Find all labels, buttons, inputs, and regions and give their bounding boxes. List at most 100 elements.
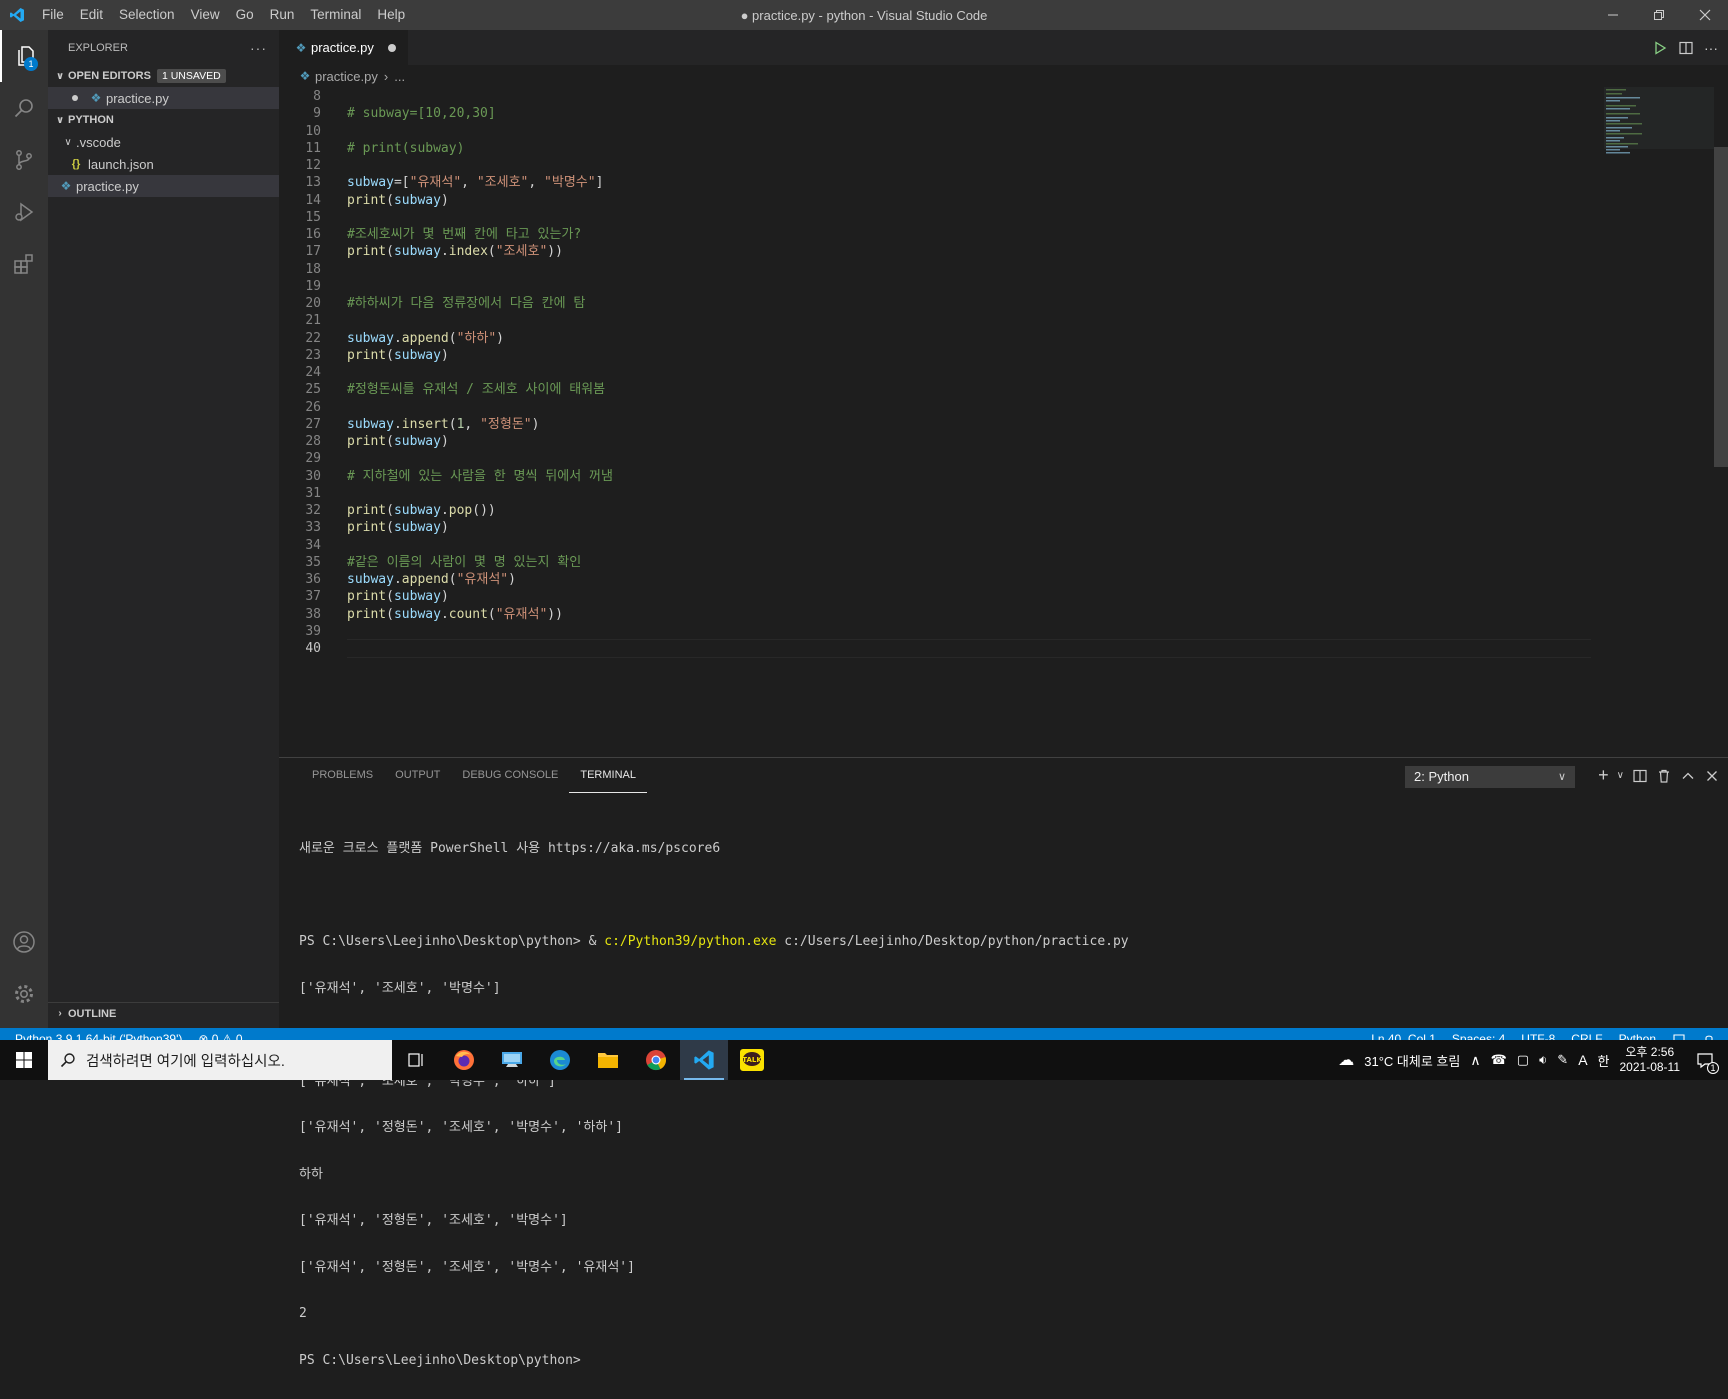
close-window-button[interactable] — [1682, 0, 1728, 30]
code-line[interactable]: 12 — [279, 156, 1599, 175]
code-line[interactable]: 39 — [279, 622, 1599, 641]
code-line[interactable]: 33 print(subway) — [279, 518, 1599, 537]
code-line[interactable]: 29 — [279, 449, 1599, 468]
unsaved-dot-icon[interactable] — [72, 95, 78, 101]
more-actions-icon[interactable]: ··· — [250, 40, 267, 56]
restore-button[interactable] — [1636, 0, 1682, 30]
code-line[interactable]: 26 — [279, 398, 1599, 417]
terminal-output[interactable]: 새로운 크로스 플랫폼 PowerShell 사용 https://aka.ms… — [299, 810, 1699, 1399]
code-line[interactable]: 23 print(subway) — [279, 346, 1599, 365]
code-line[interactable]: 21 — [279, 311, 1599, 330]
run-debug-activity[interactable] — [0, 186, 48, 238]
firefox-app[interactable] — [440, 1040, 488, 1080]
code-line[interactable]: 18 — [279, 260, 1599, 279]
minimap[interactable] — [1604, 87, 1714, 167]
explorer-activity[interactable]: 1 — [0, 30, 48, 82]
code-line[interactable]: 15 — [279, 208, 1599, 227]
chevron-down-icon[interactable]: ∨ — [1617, 770, 1624, 781]
editor-more-icon[interactable]: ··· — [1704, 40, 1718, 56]
code-line[interactable]: 27 subway.insert(1, "정형돈") — [279, 415, 1599, 434]
taskbar-search[interactable]: 검색하려면 여기에 입력하십시오. — [48, 1040, 392, 1080]
trash-icon[interactable] — [1656, 768, 1672, 784]
run-file-icon[interactable] — [1652, 40, 1668, 56]
code-line[interactable]: 35 #같은 이름의 사람이 몇 명 있는지 확인 — [279, 553, 1599, 572]
clock[interactable]: 오후 2:56 2021-08-11 — [1620, 1045, 1681, 1075]
code-line[interactable]: 9 # subway=[10,20,30] — [279, 104, 1599, 123]
minimize-button[interactable] — [1590, 0, 1636, 30]
menu-file[interactable]: File — [34, 0, 72, 30]
weather-text[interactable]: 31°C 대체로 흐림 — [1364, 1051, 1460, 1070]
file-explorer-app[interactable] — [584, 1040, 632, 1080]
edge-app[interactable] — [536, 1040, 584, 1080]
tab-terminal[interactable]: TERMINAL — [569, 758, 647, 793]
start-button[interactable] — [0, 1040, 48, 1080]
outline-header[interactable]: › OUTLINE — [48, 1002, 279, 1024]
code-line[interactable]: 22 subway.append("하하") — [279, 329, 1599, 348]
weather-icon[interactable]: ☁ — [1338, 1050, 1354, 1070]
code-line[interactable]: 10 — [279, 122, 1599, 141]
chrome-app[interactable] — [632, 1040, 680, 1080]
code-line[interactable]: 37 print(subway) — [279, 587, 1599, 606]
code-line[interactable]: 11 # print(subway) — [279, 139, 1599, 158]
code-line[interactable]: 19 — [279, 277, 1599, 296]
code-line[interactable]: 14 print(subway) — [279, 191, 1599, 210]
accounts-activity[interactable] — [0, 916, 48, 968]
split-terminal-icon[interactable] — [1632, 768, 1648, 784]
search-activity[interactable] — [0, 82, 48, 134]
menu-go[interactable]: Go — [228, 0, 262, 30]
code-line[interactable]: 34 — [279, 536, 1599, 555]
code-line[interactable]: 31 — [279, 484, 1599, 503]
breadcrumb-file[interactable]: practice.py — [315, 69, 378, 84]
source-control-activity[interactable] — [0, 134, 48, 186]
folder-header[interactable]: ∨ PYTHON — [48, 109, 279, 131]
vscode-app[interactable] — [680, 1040, 728, 1080]
chevron-up-icon[interactable] — [1680, 768, 1696, 784]
code-editor[interactable]: 8 9 # subway=[10,20,30] 10 11 # print(subway)… — [279, 87, 1728, 757]
unsaved-dot-icon[interactable] — [387, 43, 396, 52]
ime-lang[interactable]: 한 — [1598, 1051, 1610, 1070]
tray-app-icon[interactable]: ☎ — [1491, 1052, 1507, 1068]
code-line[interactable]: 8 — [279, 87, 1599, 106]
code-line[interactable]: 20 #하하씨가 다음 정류장에서 다음 칸에 탐 — [279, 294, 1599, 313]
tab-problems[interactable]: PROBLEMS — [301, 758, 384, 793]
tab-debug-console[interactable]: DEBUG CONSOLE — [451, 758, 569, 793]
tree-item-vscode[interactable]: ∨ .vscode — [48, 131, 279, 153]
notification-center-button[interactable]: 1 — [1690, 1040, 1720, 1080]
menu-terminal[interactable]: Terminal — [302, 0, 369, 30]
extensions-activity[interactable] — [0, 238, 48, 290]
menu-view[interactable]: View — [183, 0, 228, 30]
ime-mode[interactable]: A — [1578, 1052, 1587, 1068]
code-line[interactable]: 24 — [279, 363, 1599, 382]
tray-overflow-icon[interactable]: ∧ — [1470, 1052, 1480, 1069]
code-line[interactable]: 28 print(subway) — [279, 432, 1599, 451]
volume-icon[interactable]: 🔉︎ — [1539, 1052, 1547, 1068]
menu-help[interactable]: Help — [369, 0, 413, 30]
split-editor-icon[interactable] — [1678, 40, 1694, 56]
code-line[interactable]: 32 print(subway.pop()) — [279, 501, 1599, 520]
menu-edit[interactable]: Edit — [72, 0, 111, 30]
tree-item-practice-py[interactable]: ❖ practice.py — [48, 175, 279, 197]
scrollbar-thumb[interactable] — [1714, 147, 1728, 467]
editor-scrollbar[interactable] — [1714, 87, 1728, 687]
code-line[interactable]: 38 print(subway.count("유재석")) — [279, 605, 1599, 624]
code-line[interactable]: 16 #조세호씨가 몇 번째 칸에 타고 있는가? — [279, 225, 1599, 244]
menu-selection[interactable]: Selection — [111, 0, 183, 30]
pen-icon[interactable]: ✎ — [1557, 1052, 1568, 1068]
kakaotalk-app[interactable]: TALK — [728, 1040, 776, 1080]
code-line[interactable]: 40 — [279, 639, 1599, 658]
code-line[interactable]: 17 print(subway.index("조세호")) — [279, 242, 1599, 261]
code-line[interactable]: 13 subway=["유재석", "조세호", "박명수"] — [279, 173, 1599, 192]
manage-activity[interactable] — [0, 968, 48, 1020]
code-line[interactable]: 30 # 지하철에 있는 사람을 한 명씩 뒤에서 꺼냄 — [279, 467, 1599, 486]
tab-output[interactable]: OUTPUT — [384, 758, 451, 793]
network-icon[interactable]: ▢ — [1517, 1052, 1529, 1068]
file-explorer-app-1[interactable] — [488, 1040, 536, 1080]
open-editor-item[interactable]: ❖ practice.py — [48, 87, 279, 109]
new-terminal-icon[interactable]: + — [1598, 765, 1609, 786]
breadcrumb-more[interactable]: ... — [394, 69, 405, 84]
task-view-button[interactable] — [392, 1040, 440, 1080]
tab-practice-py[interactable]: ❖ practice.py — [279, 30, 408, 65]
code-line[interactable]: 36 subway.append("유재석") — [279, 570, 1599, 589]
close-icon[interactable] — [1704, 768, 1720, 784]
code-line[interactable]: 25 #정형돈씨를 유재석 / 조세호 사이에 태워봄 — [279, 380, 1599, 399]
